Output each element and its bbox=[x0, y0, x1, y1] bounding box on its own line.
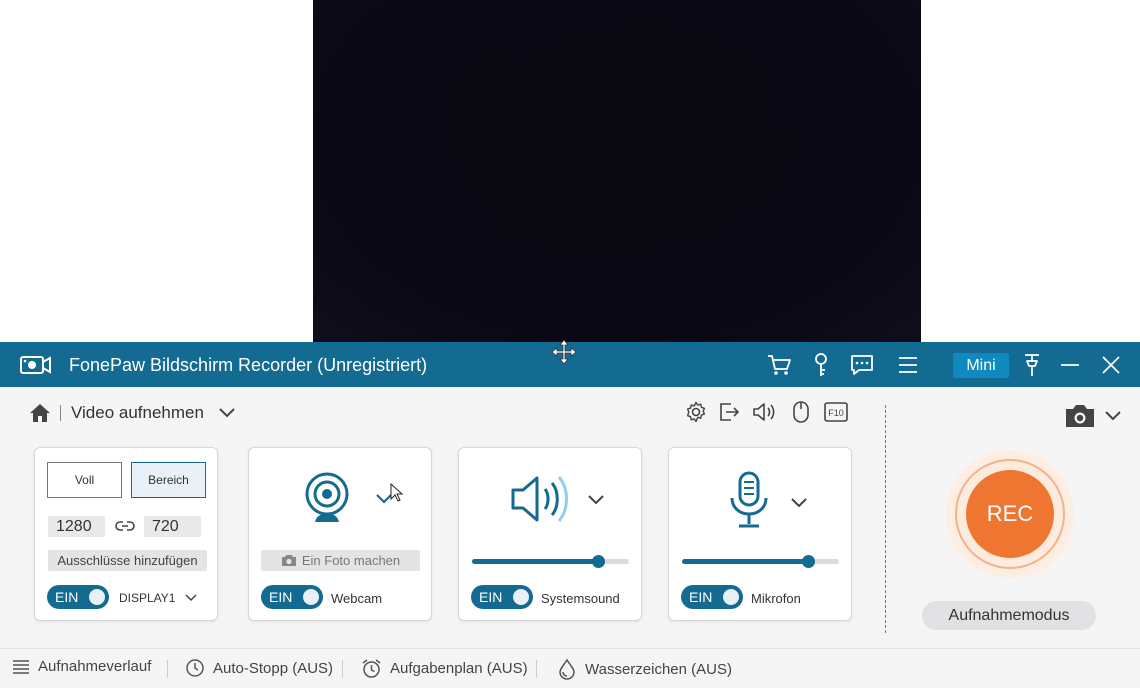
toggle-knob bbox=[303, 589, 319, 605]
display-name[interactable]: DISPLAY1 bbox=[119, 591, 175, 605]
webcam-toggle[interactable]: EIN bbox=[261, 585, 323, 609]
footer-separator bbox=[536, 660, 537, 678]
svg-text:F10: F10 bbox=[828, 408, 844, 418]
clock-icon bbox=[186, 659, 204, 677]
app-logo-icon bbox=[20, 356, 51, 374]
rec-button[interactable]: REC bbox=[966, 470, 1054, 558]
display-card: Voll Bereich 1280 720 Ausschlüsse hinzuf… bbox=[34, 447, 218, 621]
height-field[interactable]: 720 bbox=[144, 516, 201, 537]
recording-history-label: Aufnahmeverlauf bbox=[38, 658, 152, 675]
footer-bar: Aufnahmeverlauf Auto-Stopp (AUS) Aufgabe… bbox=[0, 648, 1140, 688]
slider-fill bbox=[472, 559, 598, 564]
screen: FonePaw Bildschirm Recorder (Unregistrie… bbox=[0, 0, 1140, 688]
rec-button-halo: REC bbox=[946, 450, 1074, 578]
take-photo-button[interactable]: Ein Foto machen bbox=[261, 550, 420, 571]
auto-stop-label: Auto-Stopp (AUS) bbox=[213, 659, 334, 677]
hotkey-f10-icon[interactable]: F10 bbox=[823, 399, 849, 425]
minimize-icon[interactable] bbox=[1056, 351, 1084, 379]
water-drop-icon bbox=[559, 658, 575, 680]
rec-button-ring: REC bbox=[955, 459, 1065, 569]
separator bbox=[60, 405, 61, 421]
add-exclusions-button[interactable]: Ausschlüsse hinzufügen bbox=[48, 550, 207, 571]
auto-stop-button[interactable]: Auto-Stopp (AUS) bbox=[185, 658, 333, 678]
link-ratio-icon[interactable] bbox=[115, 518, 135, 534]
close-icon[interactable] bbox=[1097, 351, 1125, 379]
mouse-icon[interactable] bbox=[788, 399, 814, 425]
footer-separator bbox=[167, 660, 168, 678]
chevron-down-icon[interactable] bbox=[587, 494, 605, 506]
mode-selector: Video aufnehmen bbox=[28, 401, 236, 425]
system-sound-card: EIN Systemsound bbox=[458, 447, 642, 621]
settings-icon[interactable] bbox=[683, 399, 709, 425]
toggle-knob bbox=[513, 589, 529, 605]
cart-icon[interactable] bbox=[765, 351, 793, 379]
webcam-preview bbox=[313, 0, 921, 342]
mic-volume-slider[interactable] bbox=[682, 555, 839, 568]
recording-mode-button[interactable]: Aufnahmemodus bbox=[922, 601, 1096, 630]
task-schedule-button[interactable]: Aufgabenplan (AUS) bbox=[361, 658, 528, 679]
region-button[interactable]: Bereich bbox=[131, 462, 206, 498]
speaker-icon[interactable] bbox=[751, 399, 777, 425]
toggle-knob bbox=[89, 589, 105, 605]
slider-fill bbox=[682, 559, 808, 564]
menu-icon[interactable] bbox=[894, 351, 922, 379]
system-sound-toggle[interactable]: EIN bbox=[471, 585, 533, 609]
toggle-knob bbox=[723, 589, 739, 605]
slider-thumb[interactable] bbox=[801, 555, 815, 568]
export-icon[interactable] bbox=[716, 399, 742, 425]
watermark-label: Wasserzeichen (AUS) bbox=[585, 660, 732, 678]
system-sound-label: Systemsound bbox=[541, 591, 620, 606]
move-handle-icon[interactable] bbox=[549, 339, 579, 365]
toggle-label: EIN bbox=[269, 589, 293, 605]
camera-icon bbox=[281, 555, 296, 566]
chevron-down-icon[interactable] bbox=[218, 407, 236, 419]
slider-thumb[interactable] bbox=[591, 555, 605, 568]
width-field[interactable]: 1280 bbox=[48, 516, 105, 537]
display-toggle[interactable]: EIN bbox=[47, 585, 109, 609]
main-panel: Video aufnehmen F10 Voll Bereich 1280 72… bbox=[0, 387, 1140, 648]
system-volume-slider[interactable] bbox=[472, 555, 629, 568]
divider bbox=[885, 405, 886, 633]
pin-icon[interactable] bbox=[1018, 351, 1046, 379]
mode-label[interactable]: Video aufnehmen bbox=[71, 403, 204, 423]
microphone-icon[interactable] bbox=[727, 470, 771, 530]
cursor-pointer-icon bbox=[390, 483, 404, 502]
chevron-down-icon[interactable] bbox=[1104, 410, 1122, 422]
key-icon[interactable] bbox=[807, 351, 835, 379]
webcam-icon[interactable] bbox=[303, 470, 351, 526]
alarm-clock-icon bbox=[362, 659, 381, 678]
app-title: FonePaw Bildschirm Recorder (Unregistrie… bbox=[69, 355, 428, 375]
microphone-toggle[interactable]: EIN bbox=[681, 585, 743, 609]
recording-history-button[interactable]: Aufnahmeverlauf bbox=[12, 658, 151, 675]
toggle-label: EIN bbox=[479, 589, 503, 605]
system-sound-icon[interactable] bbox=[509, 472, 573, 526]
mini-mode-button[interactable]: Mini bbox=[953, 353, 1009, 378]
take-photo-label: Ein Foto machen bbox=[301, 553, 401, 568]
chevron-down-icon[interactable] bbox=[185, 594, 197, 602]
toggle-label: EIN bbox=[55, 589, 79, 605]
chevron-down-icon[interactable] bbox=[790, 497, 808, 509]
microphone-label: Mikrofon bbox=[751, 591, 801, 606]
home-icon[interactable] bbox=[28, 402, 52, 424]
microphone-card: EIN Mikrofon bbox=[668, 447, 852, 621]
task-schedule-label: Aufgabenplan (AUS) bbox=[390, 660, 528, 677]
watermark-button[interactable]: Wasserzeichen (AUS) bbox=[557, 658, 732, 680]
screenshot-camera-icon[interactable] bbox=[1064, 403, 1096, 429]
chat-icon[interactable] bbox=[848, 351, 876, 379]
footer-separator bbox=[342, 660, 343, 678]
webcam-card: Ein Foto machen EIN Webcam bbox=[248, 447, 432, 621]
webcam-label: Webcam bbox=[331, 591, 383, 606]
toggle-label: EIN bbox=[689, 589, 713, 605]
list-icon bbox=[13, 659, 29, 674]
full-screen-button[interactable]: Voll bbox=[47, 462, 122, 498]
